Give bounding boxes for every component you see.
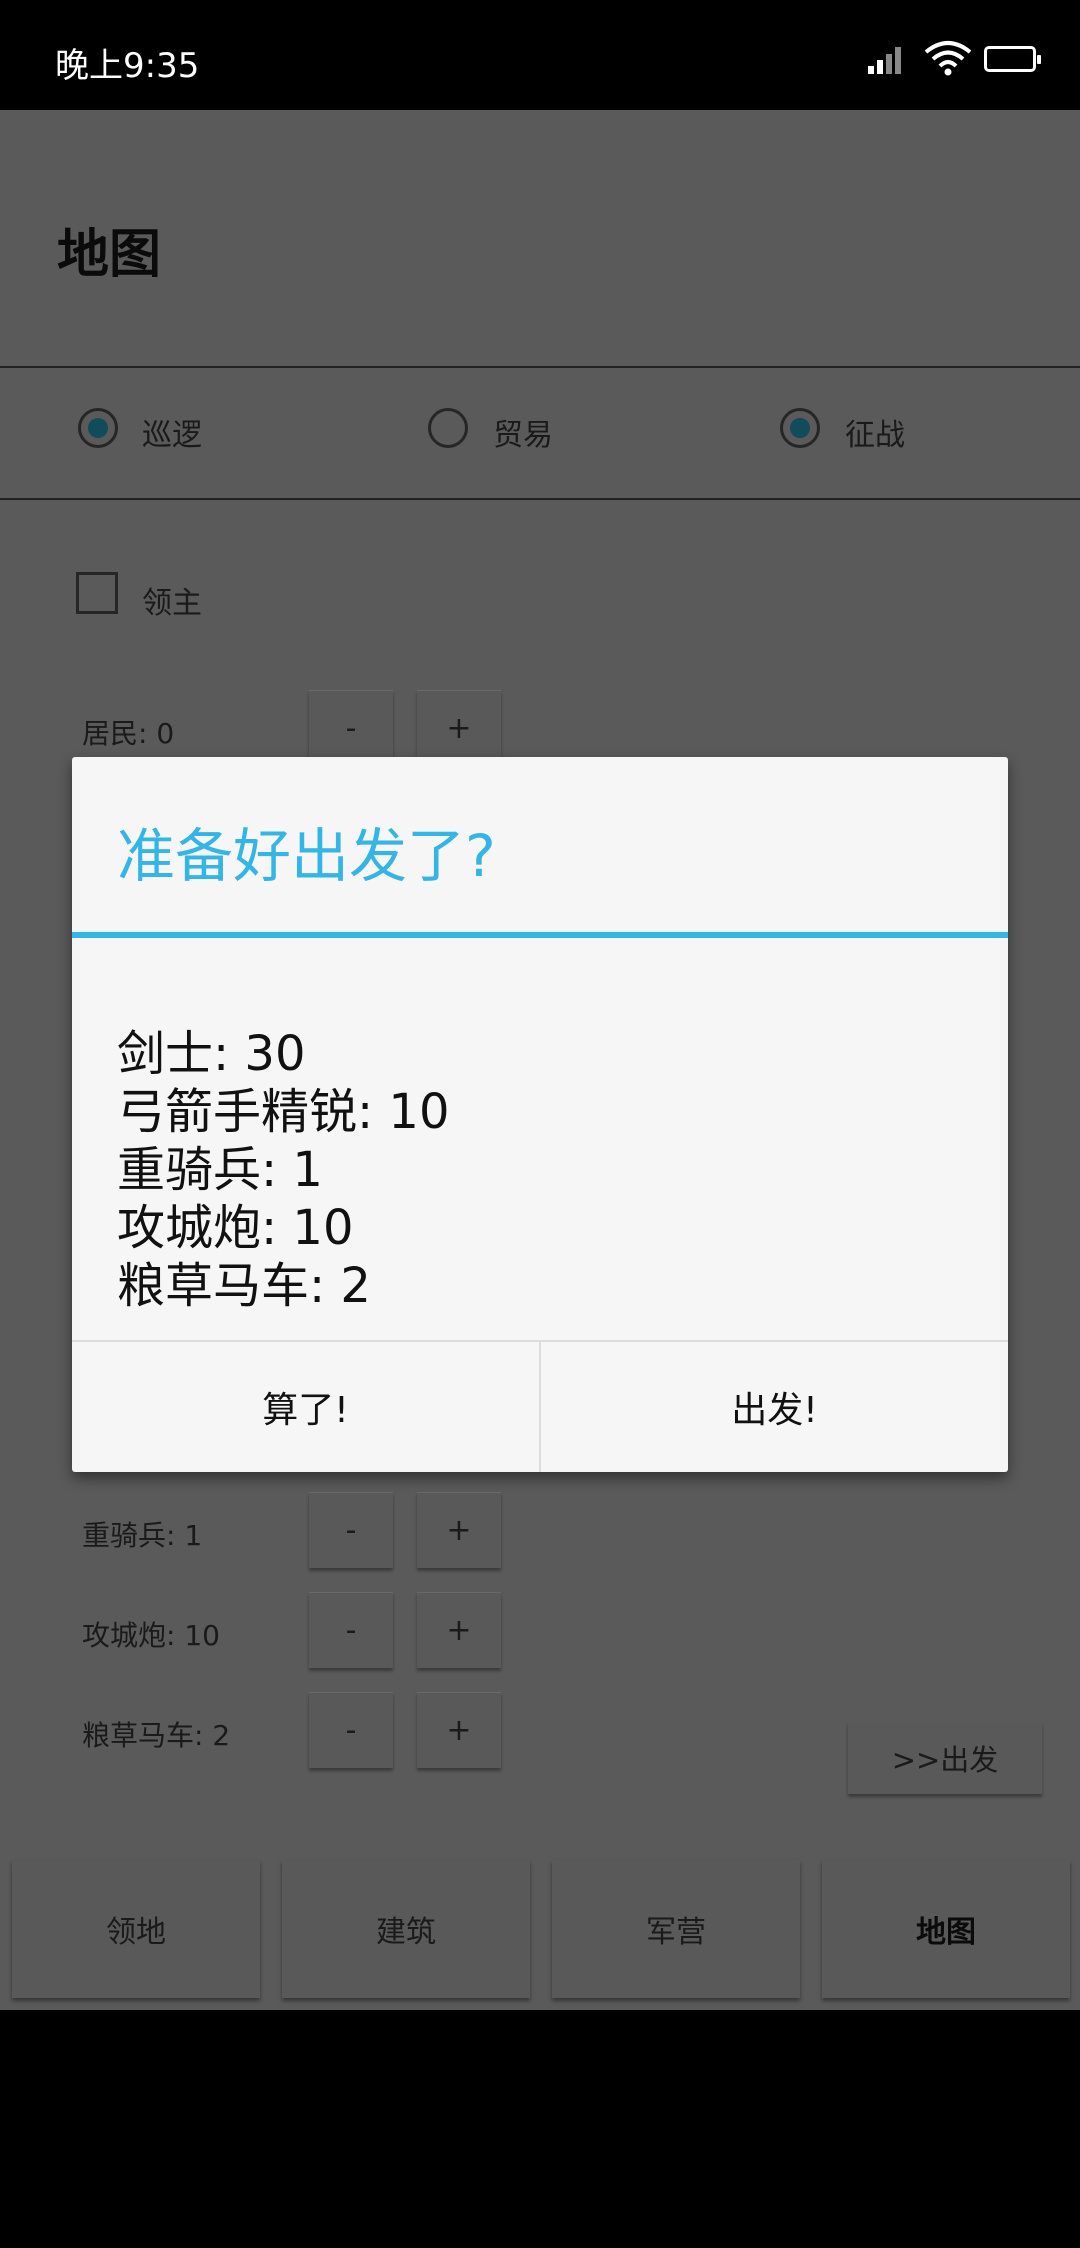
radio-conquest-label: 征战 — [845, 418, 905, 453]
divider-top — [0, 366, 1080, 368]
residents-label: 居民: 0 — [82, 717, 175, 750]
heavy-cavalry-plus-button[interactable]: + — [417, 1492, 501, 1568]
dialog-title-divider — [72, 932, 1008, 938]
radio-trade-label: 贸易 — [493, 418, 553, 453]
status-time: 晚上9:35 — [55, 46, 200, 86]
dialog-line-swordsman: 剑士: 30 — [117, 1026, 306, 1082]
radio-conquest[interactable] — [780, 408, 820, 448]
battery-icon — [984, 46, 1041, 72]
radio-patrol-label: 巡逻 — [142, 418, 202, 453]
dialog-line-elite-archer: 弓箭手精锐: 10 — [117, 1084, 450, 1140]
radio-trade[interactable] — [428, 408, 468, 448]
lord-checkbox[interactable] — [76, 572, 118, 614]
dialog-message: 剑士: 30 弓箭手精锐: 10 重骑兵: 1 攻城炮: 10 粮草马车: 2 — [117, 1025, 450, 1315]
heavy-cavalry-label: 重骑兵: 1 — [82, 1519, 203, 1552]
divider-bottom — [0, 498, 1080, 500]
siege-cannon-label: 攻城炮: 10 — [82, 1619, 220, 1652]
dialog-button-bar: 算了! 出发! — [72, 1340, 1008, 1472]
confirm-dialog: 准备好出发了? 剑士: 30 弓箭手精锐: 10 重骑兵: 1 攻城炮: 10 … — [72, 757, 1008, 1472]
dialog-line-siege-cannon: 攻城炮: 10 — [117, 1200, 354, 1256]
siege-cannon-minus-button[interactable]: - — [309, 1592, 393, 1668]
lord-label: 领主 — [142, 586, 202, 621]
signal-icon — [868, 47, 901, 74]
dialog-confirm-button[interactable]: 出发! — [541, 1342, 1008, 1472]
dialog-title: 准备好出发了? — [117, 822, 496, 890]
residents-minus-button[interactable]: - — [309, 690, 393, 766]
depart-button[interactable]: >>出发 — [848, 1722, 1042, 1794]
nav-buildings-button[interactable]: 建筑 — [282, 1860, 530, 1998]
residents-plus-button[interactable]: + — [417, 690, 501, 766]
supply-cart-plus-button[interactable]: + — [417, 1692, 501, 1768]
nav-territory-button[interactable]: 领地 — [12, 1860, 260, 1998]
dialog-line-heavy-cavalry: 重骑兵: 1 — [117, 1142, 323, 1198]
navigation-bar-area — [0, 2010, 1080, 2248]
status-bar: 晚上9:35 — [0, 0, 1080, 110]
supply-cart-label: 粮草马车: 2 — [82, 1719, 231, 1752]
dialog-line-supply-cart: 粮草马车: 2 — [117, 1258, 371, 1314]
supply-cart-minus-button[interactable]: - — [309, 1692, 393, 1768]
heavy-cavalry-minus-button[interactable]: - — [309, 1492, 393, 1568]
radio-patrol[interactable] — [78, 408, 118, 448]
nav-barracks-button[interactable]: 军营 — [552, 1860, 800, 1998]
nav-map-button[interactable]: 地图 — [822, 1860, 1070, 1998]
wifi-icon — [924, 41, 972, 76]
dialog-cancel-button[interactable]: 算了! — [72, 1342, 539, 1472]
siege-cannon-plus-button[interactable]: + — [417, 1592, 501, 1668]
page-title: 地图 — [57, 225, 162, 285]
